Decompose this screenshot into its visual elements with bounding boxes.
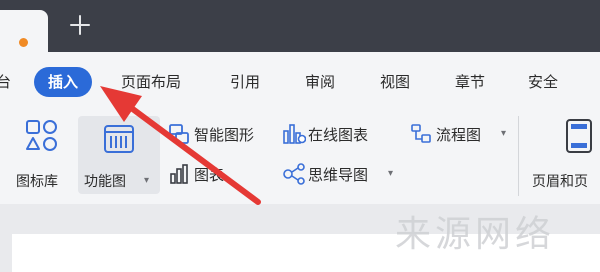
smart-shape-icon [169, 124, 189, 144]
function-chart-button[interactable]: 功能图 ▾ [78, 116, 160, 194]
icon-library-label: 图标库 [16, 174, 58, 190]
mindmap-label: 思维导图 [308, 166, 369, 184]
header-footer-button[interactable]: 页眉和页 [528, 116, 600, 196]
chevron-down-icon: ▾ [501, 128, 507, 139]
flowchart-icon [411, 124, 431, 143]
chevron-down-icon: ▾ [388, 168, 394, 179]
smart-shape-label: 智能图形 [194, 126, 255, 144]
menu-item-references[interactable]: 引用 [230, 72, 260, 92]
title-bar [0, 0, 600, 52]
smart-shape-button[interactable]: 智能图形 [164, 122, 274, 148]
function-chart-icon [104, 125, 134, 153]
icon-library-button[interactable]: 图标库 [12, 116, 72, 196]
menu-item-section[interactable]: 章节 [455, 72, 485, 92]
ribbon-divider [518, 116, 519, 196]
online-chart-label: 在线图表 [308, 126, 369, 144]
mindmap-button[interactable]: 思维导图 ▾ [278, 162, 398, 188]
icon-library-icon [26, 120, 57, 151]
header-footer-label: 页眉和页 [532, 174, 588, 190]
function-chart-label: 功能图 [84, 174, 126, 190]
chart-label: 图表 [194, 166, 225, 184]
menu-bar: 台 插入 页面布局 引用 审阅 视图 章节 安全 [0, 52, 600, 106]
menu-item-review[interactable]: 审阅 [305, 72, 335, 92]
mindmap-icon [283, 163, 305, 185]
header-footer-icon [566, 119, 592, 153]
chart-icon [170, 164, 188, 184]
flowchart-button[interactable]: 流程图 ▾ [406, 122, 510, 148]
menu-item-partial[interactable]: 台 [0, 72, 11, 92]
watermark-text: 来源网络 [395, 214, 556, 255]
menu-item-view[interactable]: 视图 [380, 72, 410, 92]
menu-item-page-layout[interactable]: 页面布局 [121, 72, 181, 92]
unsaved-dot-icon [19, 38, 28, 47]
insert-ribbon: 图标库 功能图 ▾ 智能图形 在线图表 流程图 ▾ 图表 思维导图 ▾ 页眉和页 [0, 106, 600, 204]
flowchart-label: 流程图 [436, 126, 482, 144]
chevron-down-icon: ▾ [144, 175, 150, 186]
document-tab[interactable] [0, 10, 48, 52]
menu-item-security[interactable]: 安全 [528, 72, 558, 92]
chart-button[interactable]: 图表 [164, 162, 244, 188]
online-chart-button[interactable]: 在线图表 [278, 122, 390, 148]
plus-icon[interactable] [68, 13, 92, 37]
online-chart-icon [283, 124, 306, 144]
menu-item-insert[interactable]: 插入 [34, 67, 93, 97]
